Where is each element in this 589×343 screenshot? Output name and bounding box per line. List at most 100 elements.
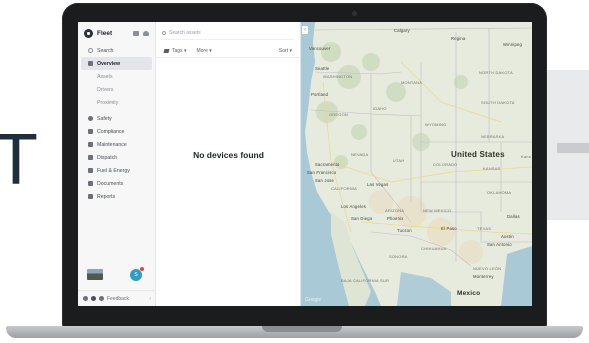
truck-icon (88, 61, 93, 66)
map-label-oregon: OREGON (329, 112, 348, 117)
feedback-link[interactable]: Feedback (107, 296, 129, 302)
camera-dot (352, 11, 357, 16)
map-label-las-vegas: Las Vegas (367, 182, 389, 187)
more-filter[interactable]: More ▾ (196, 48, 211, 54)
map-label-san-jose: San Jose (315, 178, 335, 183)
asset-list-panel: Search assets Tags ▾ More ▾ Sort ▾ No de… (156, 22, 301, 306)
map-label-kansas: KANSAS (483, 166, 501, 171)
map-label-oklahoma: OKLAHOMA (487, 190, 512, 195)
promo-stage: T Fleet Search Overview Assets Drivers P… (0, 0, 589, 343)
background-panel-bar (557, 143, 589, 153)
map-label-united-states: United States (451, 150, 505, 159)
map-label-monterrey: Monterrey (473, 274, 494, 279)
map-label-arizona: ARIZONA (385, 208, 405, 213)
org-thumbnail[interactable] (87, 269, 103, 280)
app-screen: Fleet Search Overview Assets Drivers Pro… (78, 22, 532, 306)
sidebar-item-label: Dispatch (97, 154, 118, 161)
sidebar-footer: Feedback ‹ (78, 290, 156, 306)
sidebar-search[interactable]: Search (81, 44, 152, 57)
map-label-mexico: Mexico (457, 290, 481, 297)
fleet-logo-icon[interactable] (84, 28, 93, 38)
sidebar-item-maintenance[interactable]: Maintenance (81, 138, 152, 151)
notification-dot (140, 267, 144, 271)
map-label-san-francisco: San Francisco (307, 170, 337, 175)
document-icon (88, 181, 93, 186)
map-label-california: CALIFORNIA (331, 186, 358, 191)
shield-icon (88, 116, 93, 121)
map-label-winnipeg: Winnipeg (503, 42, 523, 47)
collapse-panel-icon[interactable]: ‹ (302, 26, 308, 34)
map-label-kans: Kans (521, 154, 531, 159)
sidebar-item-label: Assets (97, 73, 113, 80)
sidebar-item-label: Fuel & Energy (97, 167, 130, 174)
sidebar-item-label: Compliance (97, 128, 125, 135)
sidebar-item-drivers[interactable]: Drivers (81, 83, 152, 96)
sidebar-header: Fleet (78, 22, 155, 44)
sidebar-item-documents[interactable]: Documents (81, 177, 152, 190)
sidebar-item-reports[interactable]: Reports (81, 190, 152, 203)
map-label-tucson: Tucson (397, 228, 412, 233)
sidebar-item-label: Documents (97, 180, 124, 187)
clipboard-icon (88, 129, 93, 134)
map-label-montana: MONTANA (401, 80, 423, 85)
sort-dropdown[interactable]: Sort ▾ (279, 48, 292, 54)
tags-filter[interactable]: Tags ▾ (172, 48, 186, 54)
map-label-austin: Austin (501, 234, 514, 239)
map-view[interactable]: ‹ Calgary Regina Winnipeg Vancouver Seat… (301, 22, 532, 306)
map-label-sonora: SONORA (389, 254, 408, 259)
bell-icon[interactable] (143, 30, 149, 36)
sidebar-item-label: Maintenance (97, 141, 127, 148)
map-label-texas: TEXAS (477, 226, 492, 231)
map-label-calgary: Calgary (394, 28, 410, 33)
map-label-utah: UTAH (393, 158, 405, 163)
sidebar-item-dispatch[interactable]: Dispatch (81, 151, 152, 164)
filter-bar: Tags ▾ More ▾ Sort ▾ (156, 44, 300, 58)
app-name: Fleet (97, 29, 113, 37)
search-icon (88, 48, 93, 53)
sidebar-item-safety[interactable]: Safety (81, 112, 152, 125)
empty-state-message: No devices found (193, 150, 264, 160)
fuel-icon (88, 168, 93, 173)
sidebar-item-label: Drivers (97, 86, 114, 93)
map-label-nebraska: NEBRASKA (481, 134, 505, 139)
sidebar-item-proximity[interactable]: Proximity (81, 96, 152, 109)
map-label-san-diego: San Diego (351, 216, 373, 221)
map-label-vancouver: Vancouver (309, 46, 331, 51)
map-watermark: Google (305, 297, 322, 303)
sidebar-item-overview[interactable]: Overview (81, 57, 152, 70)
map-label-portland: Portland (311, 92, 329, 97)
chat-icon[interactable] (133, 30, 139, 36)
help-icon[interactable] (91, 296, 96, 301)
map-label-dallas: Dallas (507, 214, 520, 219)
map-label-seattle: Seattle (315, 66, 330, 71)
search-icon (162, 31, 166, 35)
chart-icon (88, 194, 93, 199)
settings-icon[interactable] (83, 296, 88, 301)
background-letter: T (0, 120, 38, 200)
map-label-new-mexico: NEW MEXICO (423, 208, 452, 213)
search-placeholder: Search assets (169, 30, 201, 36)
map-label-nuevo-leon: NUEVO LEÓN (473, 266, 502, 271)
map-label-wyoming: WYOMING (425, 122, 447, 127)
collapse-sidebar-icon[interactable]: ‹ (149, 296, 151, 302)
map-label-san-antonio: San Antonio (487, 242, 512, 247)
map-label-regina: Regina (451, 36, 466, 41)
map-label-washington: WASHINGTON (323, 74, 353, 79)
map-label-phoenix: Phoenix (387, 216, 404, 221)
sidebar-item-fuel[interactable]: Fuel & Energy (81, 164, 152, 177)
map-label-north-dakota: NORTH DAKOTA (479, 70, 513, 75)
sidebar-item-assets[interactable]: Assets (81, 70, 152, 83)
map-label-nevada: NEVADA (351, 152, 369, 157)
sidebar-item-compliance[interactable]: Compliance (81, 125, 152, 138)
sidebar-item-label: Overview (97, 60, 121, 67)
map-label-los-angeles: Los Angeles (341, 204, 367, 209)
sidebar-item-label: Safety (97, 115, 112, 122)
map-label-baja: BAJA CALIFORNIA SUR (341, 278, 390, 283)
tag-icon (163, 48, 170, 53)
laptop-notch (262, 326, 342, 332)
asset-search-input[interactable]: Search assets (162, 27, 294, 40)
map-label-idaho: IDAHO (373, 106, 387, 111)
sidebar-item-label: Reports (97, 193, 116, 200)
sidebar-item-label: Proximity (97, 99, 119, 106)
wrench-icon (88, 142, 93, 147)
